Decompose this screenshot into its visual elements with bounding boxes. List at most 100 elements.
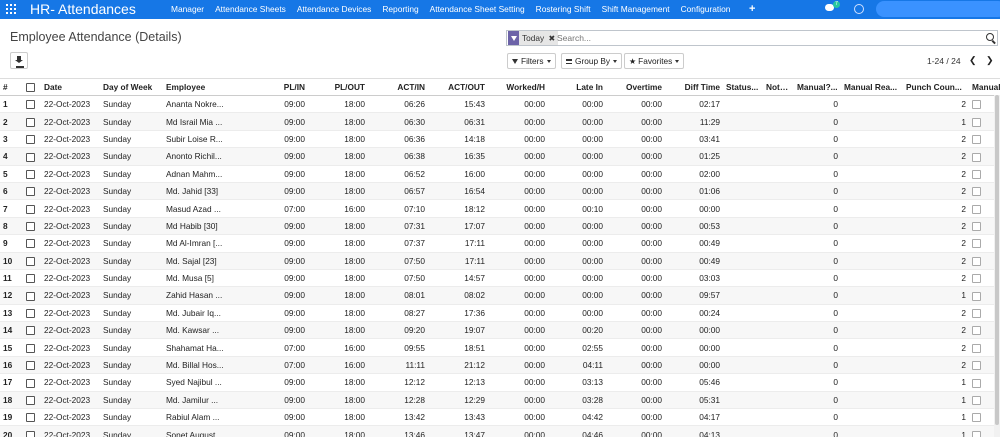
column-header[interactable]: PL/IN bbox=[251, 78, 308, 96]
row-checkbox[interactable] bbox=[26, 361, 35, 371]
table-row[interactable]: 2 22-Oct-2023 Sunday Md Israil Mia ... 09:00… bbox=[0, 112, 1000, 131]
row-checkbox[interactable] bbox=[26, 395, 35, 405]
table-row[interactable]: 5 22-Oct-2023 Sunday Adnan Mahm... 09:00 18:0… bbox=[0, 165, 1000, 183]
table-row[interactable]: 20 22-Oct-2023 Sunday Sonet August... 09:00 1… bbox=[0, 425, 1000, 437]
column-header[interactable]: Employee bbox=[163, 78, 251, 96]
group-by-button[interactable]: Group By bbox=[561, 53, 623, 69]
table-cell: 00:00 bbox=[488, 147, 548, 166]
table-row[interactable]: 1 22-Oct-2023 Sunday Ananta Nokre... 09:00 18… bbox=[0, 95, 1000, 114]
remove-facet-icon[interactable]: ✖ bbox=[548, 34, 555, 43]
nav-item-rostering-shift[interactable]: Rostering Shift bbox=[536, 0, 591, 19]
table-row[interactable]: 11 22-Oct-2023 Sunday Md. Musa [5] 09:00 18:0… bbox=[0, 269, 1000, 288]
row-checkbox[interactable] bbox=[26, 135, 35, 145]
nav-item-attendance-sheets[interactable]: Attendance Sheets bbox=[215, 0, 286, 19]
row-checkbox[interactable] bbox=[26, 187, 35, 197]
nav-item-attendance-devices[interactable]: Attendance Devices bbox=[297, 0, 372, 19]
search-input[interactable] bbox=[557, 32, 977, 44]
table-row[interactable]: 10 22-Oct-2023 Sunday Md. Sajal [23] 09:00 18… bbox=[0, 252, 1000, 270]
nav-item-configuration[interactable]: Configuration bbox=[681, 0, 731, 19]
row-checkbox[interactable] bbox=[26, 239, 35, 249]
favorites-button[interactable]: ★ Favorites bbox=[624, 53, 685, 69]
column-header[interactable]: Manual?... bbox=[794, 78, 841, 96]
table-cell: Masud Azad ... bbox=[163, 199, 251, 218]
row-checkbox[interactable] bbox=[26, 413, 35, 423]
column-header[interactable]: Worked/H bbox=[488, 78, 548, 96]
activity-clock-icon[interactable] bbox=[854, 4, 864, 14]
pager-previous-icon[interactable]: ❮ bbox=[969, 55, 977, 66]
row-checkbox[interactable] bbox=[26, 222, 35, 232]
table-row[interactable]: 3 22-Oct-2023 Sunday Subir Loise R... 09:00 1… bbox=[0, 130, 1000, 149]
table-cell bbox=[841, 234, 903, 253]
table-row[interactable]: 16 22-Oct-2023 Sunday Md. Billal Hos... 07:0… bbox=[0, 356, 1000, 375]
app-title[interactable]: HR- Attendances bbox=[30, 0, 136, 19]
row-checkbox[interactable] bbox=[26, 343, 35, 353]
select-all-checkbox[interactable] bbox=[26, 83, 35, 93]
table-cell: Sunday bbox=[100, 373, 163, 392]
table-row[interactable]: 17 22-Oct-2023 Sunday Syed Najibul ... 09:00… bbox=[0, 373, 1000, 392]
column-header[interactable]: Overtime bbox=[606, 78, 665, 96]
table-cell bbox=[841, 252, 903, 270]
row-checkbox[interactable] bbox=[26, 430, 35, 437]
nav-item-manager[interactable]: Manager bbox=[171, 0, 204, 19]
table-cell: 22-Oct-2023 bbox=[41, 338, 100, 357]
row-checkbox[interactable] bbox=[26, 100, 35, 110]
column-header[interactable]: ACT/IN bbox=[368, 78, 428, 96]
table-cell: 18:00 bbox=[308, 130, 368, 149]
column-header[interactable]: Manual Rea... bbox=[841, 78, 903, 96]
column-header[interactable]: # bbox=[0, 78, 23, 96]
column-header[interactable]: Manual Abs... bbox=[969, 78, 1000, 96]
add-menu-icon[interactable]: + bbox=[749, 0, 755, 18]
table-row[interactable]: 4 22-Oct-2023 Sunday Anonto Richil... 09:00 1… bbox=[0, 147, 1000, 166]
table-row[interactable]: 7 22-Oct-2023 Sunday Masud Azad ... 07:00 16:… bbox=[0, 199, 1000, 218]
table-row[interactable]: 15 22-Oct-2023 Sunday Shahamat Ha... 07:00 16… bbox=[0, 338, 1000, 357]
table-row[interactable]: 13 22-Oct-2023 Sunday Md. Jubair Iq... 09:00… bbox=[0, 304, 1000, 323]
export-button[interactable] bbox=[10, 52, 28, 69]
table-row[interactable]: 14 22-Oct-2023 Sunday Md. Kawsar ... 09:00 18… bbox=[0, 321, 1000, 340]
table-cell bbox=[23, 112, 41, 131]
pager-value[interactable]: 1-24 / 24 bbox=[927, 56, 961, 66]
row-checkbox[interactable] bbox=[26, 309, 35, 319]
table-cell bbox=[763, 199, 794, 218]
pager-next-icon[interactable]: ❯ bbox=[986, 55, 994, 66]
table-cell: 05:46 bbox=[665, 373, 723, 392]
column-header[interactable]: Late In bbox=[548, 78, 606, 96]
table-row[interactable]: 12 22-Oct-2023 Sunday Zahid Hasan ... 09:00 1… bbox=[0, 286, 1000, 305]
row-checkbox[interactable] bbox=[26, 378, 35, 388]
column-header[interactable]: Date bbox=[41, 78, 100, 96]
column-header[interactable]: ACT/OUT bbox=[428, 78, 488, 96]
table-cell: Sunday bbox=[100, 425, 163, 437]
column-header[interactable]: Diff Time bbox=[665, 78, 723, 96]
apps-menu-icon[interactable] bbox=[6, 4, 16, 14]
row-checkbox[interactable] bbox=[26, 152, 35, 162]
search-facet-today: Today ✖ bbox=[508, 31, 559, 45]
table-row[interactable]: 18 22-Oct-2023 Sunday Md. Jamilur ... 09:00 1… bbox=[0, 391, 1000, 410]
user-menu[interactable] bbox=[876, 1, 1000, 17]
row-checkbox[interactable] bbox=[26, 169, 35, 179]
column-header[interactable]: Punch Coun... bbox=[903, 78, 969, 96]
row-checkbox[interactable] bbox=[26, 256, 35, 266]
table-cell: 22-Oct-2023 bbox=[41, 165, 100, 183]
row-checkbox[interactable] bbox=[26, 291, 35, 301]
table-row[interactable]: 8 22-Oct-2023 Sunday Md Habib [30] 09:00 18:0… bbox=[0, 217, 1000, 236]
table-row[interactable]: 6 22-Oct-2023 Sunday Md. Jahid [33] 09:00 18:… bbox=[0, 182, 1000, 201]
table-cell: 09:00 bbox=[251, 165, 308, 183]
row-checkbox[interactable] bbox=[26, 204, 35, 214]
table-row[interactable]: 19 22-Oct-2023 Sunday Rabiul Alam ... 09:00 1… bbox=[0, 408, 1000, 427]
table-cell: 13:46 bbox=[368, 425, 428, 437]
nav-item-shift-management[interactable]: Shift Management bbox=[602, 0, 670, 19]
row-checkbox[interactable] bbox=[26, 274, 35, 284]
row-checkbox[interactable] bbox=[26, 326, 35, 336]
table-row[interactable]: 9 22-Oct-2023 Sunday Md Al-Imran [... 09:00 1… bbox=[0, 234, 1000, 253]
filters-button[interactable]: Filters bbox=[507, 53, 556, 69]
table-cell: 19 bbox=[0, 408, 23, 427]
column-header[interactable]: Status... bbox=[723, 78, 763, 96]
column-header[interactable]: PL/OUT bbox=[308, 78, 368, 96]
row-checkbox[interactable] bbox=[26, 117, 35, 127]
column-header[interactable]: Note... bbox=[763, 78, 794, 96]
nav-item-reporting[interactable]: Reporting bbox=[382, 0, 418, 19]
nav-item-attendance-sheet-setting[interactable]: Attendance Sheet Setting bbox=[430, 0, 525, 19]
search-icon[interactable] bbox=[986, 33, 994, 41]
column-header[interactable] bbox=[23, 78, 41, 96]
column-header[interactable]: Day of Week bbox=[100, 78, 163, 96]
scrollbar-thumb[interactable] bbox=[995, 95, 999, 425]
